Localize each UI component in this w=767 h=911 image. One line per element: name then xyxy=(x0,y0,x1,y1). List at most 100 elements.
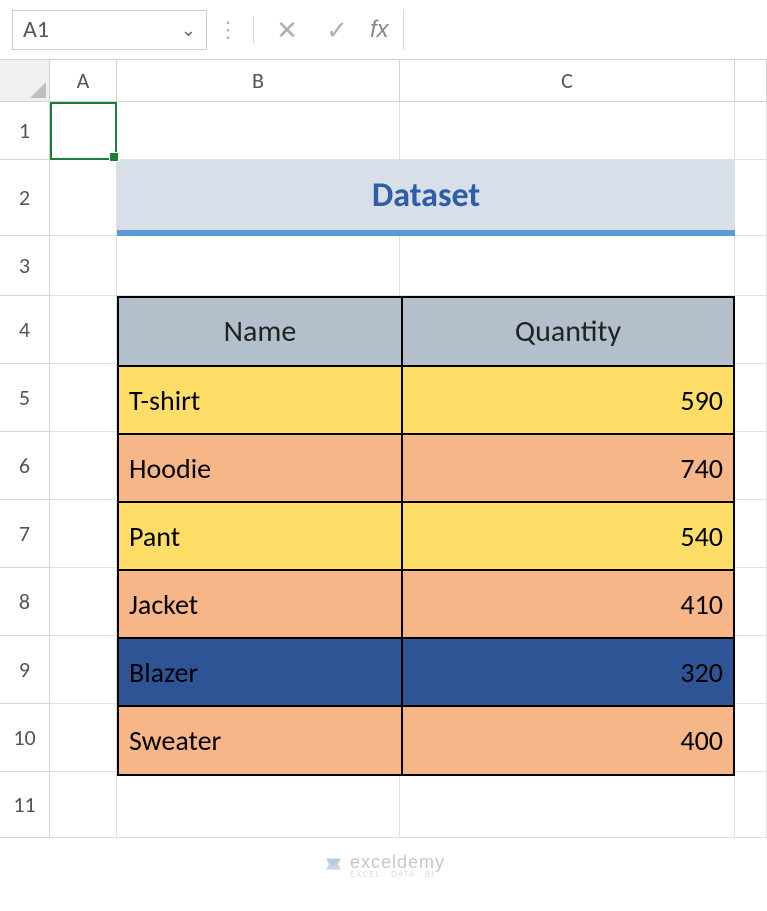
cell-c11[interactable] xyxy=(400,772,735,838)
cell-name[interactable]: Blazer xyxy=(119,638,402,706)
row-1-label: 1 xyxy=(19,117,30,144)
cell-name[interactable]: Jacket xyxy=(119,570,402,638)
cell-b11[interactable] xyxy=(117,772,400,838)
cell-name[interactable]: T-shirt xyxy=(119,366,402,434)
row-9-label: 9 xyxy=(19,656,30,683)
watermark-text: exceldemy EXCEL · DATA · BI xyxy=(350,853,445,879)
row-header-7[interactable]: 7 xyxy=(0,500,50,568)
column-header-c[interactable]: C xyxy=(400,60,735,102)
cell-d4[interactable] xyxy=(735,296,767,364)
cell-d8[interactable] xyxy=(735,568,767,636)
cell-qty[interactable]: 590 xyxy=(402,366,733,434)
separator xyxy=(253,16,254,44)
cancel-formula-button[interactable]: ✕ xyxy=(266,10,308,50)
header-quantity[interactable]: Quantity xyxy=(402,298,733,366)
cell-d2[interactable] xyxy=(735,160,767,236)
header-name[interactable]: Name xyxy=(119,298,402,366)
row-3: 3 xyxy=(0,236,767,296)
cell-a10[interactable] xyxy=(50,704,117,772)
cell-qty[interactable]: 400 xyxy=(402,706,733,774)
x-icon: ✕ xyxy=(276,14,298,46)
cell-qty-text: 740 xyxy=(680,451,723,486)
row-8-label: 8 xyxy=(19,588,30,615)
cell-a11[interactable] xyxy=(50,772,117,838)
cell-a3[interactable] xyxy=(50,236,117,296)
cell-c3[interactable] xyxy=(400,236,735,296)
watermark: exceldemy EXCEL · DATA · BI xyxy=(322,853,445,879)
cell-d10[interactable] xyxy=(735,704,767,772)
cell-a4[interactable] xyxy=(50,296,117,364)
spreadsheet-grid: A B C 1 2 Dataset 3 4 5 xyxy=(0,60,767,838)
fx-button[interactable]: fx xyxy=(366,16,395,44)
cell-a8[interactable] xyxy=(50,568,117,636)
cell-a2[interactable] xyxy=(50,160,117,236)
row-header-2[interactable]: 2 xyxy=(0,160,50,236)
cell-name-text: Pant xyxy=(129,519,180,554)
dataset-title[interactable]: Dataset xyxy=(117,160,735,236)
row-header-9[interactable]: 9 xyxy=(0,636,50,704)
row-5-label: 5 xyxy=(19,384,30,411)
cell-d11[interactable] xyxy=(735,772,767,838)
cell-qty[interactable]: 540 xyxy=(402,502,733,570)
row-header-8[interactable]: 8 xyxy=(0,568,50,636)
chevron-down-icon[interactable]: ⌄ xyxy=(181,19,196,41)
row-3-label: 3 xyxy=(19,252,30,279)
cell-b1[interactable] xyxy=(117,102,400,160)
exceldemy-logo-icon xyxy=(322,855,344,877)
cell-name[interactable]: Hoodie xyxy=(119,434,402,502)
cell-name[interactable]: Sweater xyxy=(119,706,402,774)
cell-d9[interactable] xyxy=(735,636,767,704)
cell-qty[interactable]: 410 xyxy=(402,570,733,638)
table-row: T-shirt 590 xyxy=(119,366,733,434)
cell-name-text: Sweater xyxy=(129,723,221,758)
cell-a1[interactable] xyxy=(50,102,117,160)
row-7-label: 7 xyxy=(19,520,30,547)
name-box[interactable]: A1 ⌄ xyxy=(12,10,207,50)
cell-d1[interactable] xyxy=(735,102,767,160)
accept-formula-button[interactable]: ✓ xyxy=(316,10,358,50)
cell-d6[interactable] xyxy=(735,432,767,500)
row-header-11[interactable]: 11 xyxy=(0,772,50,838)
formula-input[interactable] xyxy=(403,10,761,50)
check-icon: ✓ xyxy=(326,14,348,46)
cell-c1[interactable] xyxy=(400,102,735,160)
row-header-6[interactable]: 6 xyxy=(0,432,50,500)
col-a-label: A xyxy=(77,67,90,94)
column-header-d[interactable] xyxy=(735,60,767,102)
table-row: Jacket 410 xyxy=(119,570,733,638)
cell-name-text: Jacket xyxy=(129,587,198,622)
cell-b3[interactable] xyxy=(117,236,400,296)
cell-name[interactable]: Pant xyxy=(119,502,402,570)
select-all-corner[interactable] xyxy=(0,60,50,102)
cell-d7[interactable] xyxy=(735,500,767,568)
header-qty-text: Quantity xyxy=(515,313,621,350)
cell-a5[interactable] xyxy=(50,364,117,432)
cell-qty-text: 410 xyxy=(680,587,723,622)
row-header-10[interactable]: 10 xyxy=(0,704,50,772)
row-header-5[interactable]: 5 xyxy=(0,364,50,432)
cell-d5[interactable] xyxy=(735,364,767,432)
drag-handle-icon[interactable]: ⋮ xyxy=(215,19,241,41)
row-header-4[interactable]: 4 xyxy=(0,296,50,364)
cell-a7[interactable] xyxy=(50,500,117,568)
cell-d3[interactable] xyxy=(735,236,767,296)
col-b-label: B xyxy=(252,67,264,94)
column-header-a[interactable]: A xyxy=(50,60,117,102)
column-headers: A B C xyxy=(0,60,767,102)
formula-bar: A1 ⌄ ⋮ ✕ ✓ fx xyxy=(0,0,767,60)
row-2: 2 Dataset xyxy=(0,160,767,236)
cell-qty[interactable]: 740 xyxy=(402,434,733,502)
row-11: 11 xyxy=(0,772,767,838)
row-1: 1 xyxy=(0,102,767,160)
cell-qty-text: 320 xyxy=(680,655,723,690)
column-header-b[interactable]: B xyxy=(117,60,400,102)
row-10-label: 10 xyxy=(13,724,35,751)
row-header-3[interactable]: 3 xyxy=(0,236,50,296)
cell-qty[interactable]: 320 xyxy=(402,638,733,706)
name-box-value: A1 xyxy=(23,15,49,44)
table-row: Pant 540 xyxy=(119,502,733,570)
row-header-1[interactable]: 1 xyxy=(0,102,50,160)
cell-a9[interactable] xyxy=(50,636,117,704)
cell-a6[interactable] xyxy=(50,432,117,500)
watermark-brand: exceldemy xyxy=(350,853,445,871)
